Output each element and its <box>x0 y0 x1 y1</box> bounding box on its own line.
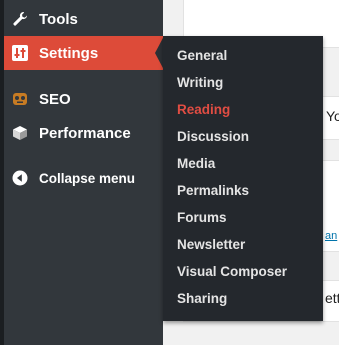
menu-item-label: Settings <box>39 44 99 62</box>
submenu-item-reading[interactable]: Reading <box>177 102 230 117</box>
obscured-heading-text: Yo <box>326 108 339 124</box>
settings-submenu: General Writing Reading Discussion Media… <box>163 36 323 321</box>
submenu-item-media[interactable]: Media <box>177 156 215 171</box>
obscured-settings-text: etti <box>325 290 339 306</box>
sliders-icon <box>12 45 28 61</box>
wrench-icon <box>12 11 28 27</box>
submenu-item-sharing[interactable]: Sharing <box>177 291 227 306</box>
menu-item-seo[interactable]: SEO <box>4 86 163 112</box>
menu-item-label: Performance <box>39 124 131 142</box>
collapse-menu-button[interactable]: Collapse menu <box>4 165 163 191</box>
admin-sidebar: Tools Settings SEO Performance Collapse … <box>4 0 163 345</box>
obscured-link[interactable]: an <box>325 230 337 242</box>
collapse-menu-label: Collapse menu <box>39 170 136 186</box>
menu-item-label: Tools <box>39 10 78 28</box>
menu-item-tools[interactable]: Tools <box>4 6 163 32</box>
submenu-item-permalinks[interactable]: Permalinks <box>177 183 249 198</box>
performance-icon <box>12 125 28 141</box>
submenu-item-writing[interactable]: Writing <box>177 75 223 90</box>
menu-item-performance[interactable]: Performance <box>4 120 163 146</box>
collapse-arrow-icon <box>12 170 28 186</box>
menu-item-label: SEO <box>39 90 71 108</box>
menu-item-settings[interactable]: Settings <box>4 36 163 70</box>
submenu-item-discussion[interactable]: Discussion <box>177 129 249 144</box>
seo-icon <box>12 91 28 107</box>
submenu-item-visual-composer[interactable]: Visual Composer <box>177 264 287 279</box>
submenu-item-forums[interactable]: Forums <box>177 210 227 225</box>
submenu-item-newsletter[interactable]: Newsletter <box>177 237 245 252</box>
submenu-item-general[interactable]: General <box>177 48 227 63</box>
